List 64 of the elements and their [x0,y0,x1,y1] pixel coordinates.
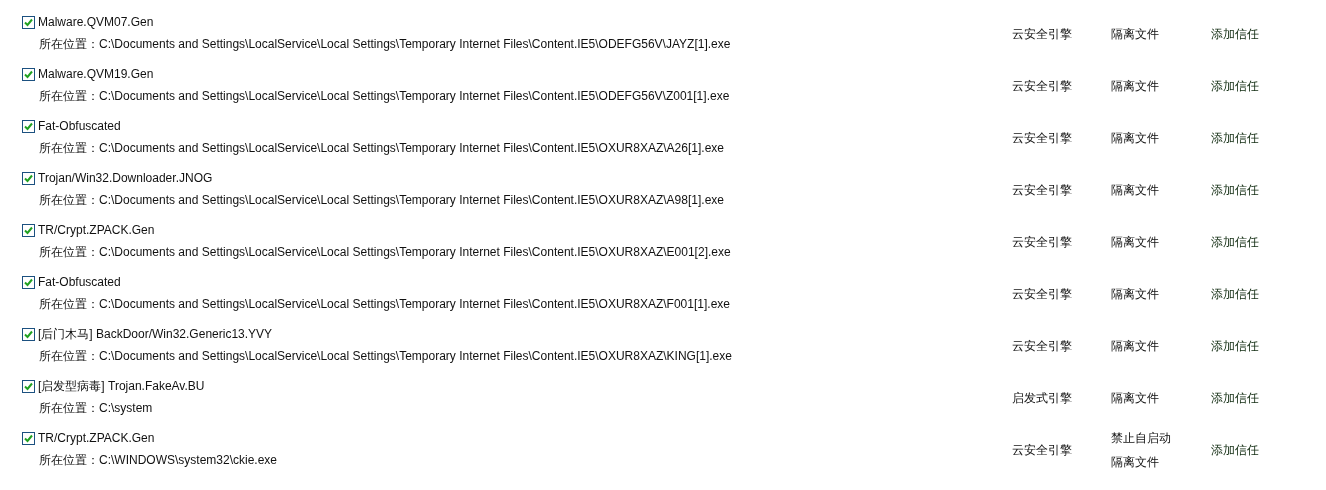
checkbox[interactable] [22,327,35,341]
engine-label: 云安全引擎 [1012,79,1072,93]
engine-label: 云安全引擎 [1012,183,1072,197]
location-label: 所在位置： [39,452,99,469]
location-label: 所在位置： [39,140,99,157]
checkbox[interactable] [22,223,35,237]
location-label: 所在位置： [39,88,99,105]
threat-name: Malware.QVM07.Gen [38,14,154,31]
threat-name: Fat-Obfuscated [38,274,121,291]
action-link[interactable]: 隔离文件 [1111,233,1159,251]
file-path: C:\Documents and Settings\LocalService\Local Settings\Temporary Internet Files\Content.IE5\OXUR8XAZ\KING[1].exe [99,348,732,365]
location-label: 所在位置： [39,348,99,365]
trust-link[interactable]: 添加信任 [1211,183,1259,197]
trust-link[interactable]: 添加信任 [1211,27,1259,41]
threat-name: Fat-Obfuscated [38,118,121,135]
action-link[interactable]: 禁止自启动 [1111,429,1171,447]
threat-name: [后门木马] BackDoor/Win32.Generic13.YVY [38,326,273,343]
location-label: 所在位置： [39,296,99,313]
action-link[interactable]: 隔离文件 [1111,181,1159,199]
engine-label: 云安全引擎 [1012,287,1072,301]
engine-label: 云安全引擎 [1012,27,1072,41]
engine-label: 启发式引擎 [1012,391,1072,405]
file-path: C:\Documents and Settings\LocalService\Local Settings\Temporary Internet Files\Content.IE5\ODEFG56V\JAYZ[1].exe [99,36,731,53]
trust-link[interactable]: 添加信任 [1211,339,1259,353]
action-link[interactable]: 隔离文件 [1111,453,1159,471]
trust-link[interactable]: 添加信任 [1211,235,1259,249]
action-link[interactable]: 隔离文件 [1111,25,1159,43]
file-path: C:\Documents and Settings\LocalService\Local Settings\Temporary Internet Files\Content.IE5\OXUR8XAZ\A26[1].exe [99,140,724,157]
location-label: 所在位置： [39,244,99,261]
threat-name: [启发型病毒] Trojan.FakeAv.BU [38,378,205,395]
trust-link[interactable]: 添加信任 [1211,79,1259,93]
file-path: C:\Documents and Settings\LocalService\Local Settings\Temporary Internet Files\Content.IE5\ODEFG56V\Z001[1].exe [99,88,730,105]
trust-link[interactable]: 添加信任 [1211,443,1259,457]
action-link[interactable]: 隔离文件 [1111,77,1159,95]
trust-link[interactable]: 添加信任 [1211,287,1259,301]
trust-link[interactable]: 添加信任 [1211,131,1259,145]
engine-label: 云安全引擎 [1012,443,1072,457]
checkbox[interactable] [22,119,35,133]
engine-label: 云安全引擎 [1012,131,1072,145]
checkbox[interactable] [22,67,35,81]
checkbox[interactable] [22,275,35,289]
threat-name: TR/Crypt.ZPACK.Gen [38,222,155,239]
threat-name: TR/Crypt.ZPACK.Gen [38,430,155,447]
checkbox[interactable] [22,431,35,445]
action-link[interactable]: 隔离文件 [1111,389,1159,407]
action-link[interactable]: 隔离文件 [1111,129,1159,147]
threat-name: Trojan/Win32.Downloader.JNOG [38,170,213,187]
file-path: C:\system [99,400,153,417]
location-label: 所在位置： [39,192,99,209]
checkbox[interactable] [22,171,35,185]
file-path: C:\Documents and Settings\LocalService\Local Settings\Temporary Internet Files\Content.IE5\OXUR8XAZ\A98[1].exe [99,192,724,209]
trust-link[interactable]: 添加信任 [1211,391,1259,405]
threat-name: Malware.QVM19.Gen [38,66,154,83]
action-link[interactable]: 隔离文件 [1111,337,1159,355]
file-path: C:\Documents and Settings\LocalService\Local Settings\Temporary Internet Files\Content.IE5\OXUR8XAZ\E001[2].exe [99,244,731,261]
engine-label: 云安全引擎 [1012,339,1072,353]
file-path: C:\Documents and Settings\LocalService\Local Settings\Temporary Internet Files\Content.IE5\OXUR8XAZ\F001[1].exe [99,296,730,313]
location-label: 所在位置： [39,36,99,53]
checkbox[interactable] [22,379,35,393]
action-link[interactable]: 隔离文件 [1111,285,1159,303]
location-label: 所在位置： [39,400,99,417]
engine-label: 云安全引擎 [1012,235,1072,249]
checkbox[interactable] [22,15,35,29]
file-path: C:\WINDOWS\system32\ckie.exe [99,452,278,469]
